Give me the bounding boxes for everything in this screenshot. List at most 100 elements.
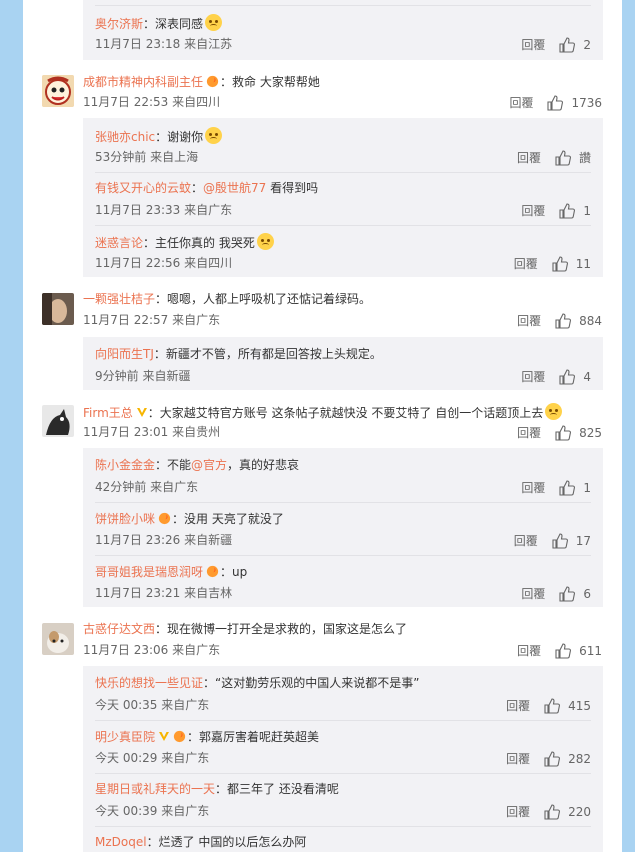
divider [95, 826, 591, 827]
comment-author[interactable]: 古惑仔达文西 [83, 622, 155, 636]
reply-button[interactable]: 回覆 [506, 750, 530, 767]
reply-text-tail: ，真的好悲哀 [227, 458, 300, 472]
reply-button[interactable]: 回覆 [506, 803, 530, 820]
reply-text: ：没用 天亮了就没了 [172, 512, 284, 526]
comment-time: 11月7日 23:06 来自广东 [83, 643, 221, 657]
reply-button[interactable]: 回覆 [517, 424, 541, 441]
like-count: 825 [579, 425, 602, 440]
avatar[interactable] [42, 75, 74, 107]
reply-item: MzDoqel：烂透了 中国的以后怎么办阿 [95, 834, 591, 852]
like-count: 2 [583, 37, 591, 52]
reply-button[interactable]: 回覆 [517, 642, 541, 659]
fan-badge-icon [206, 74, 219, 88]
thumbs-up-icon[interactable] [544, 697, 561, 714]
thumbs-up-icon[interactable] [559, 368, 576, 385]
avatar[interactable] [42, 623, 74, 655]
reply-time: 42分钟前 来自广东 [95, 480, 199, 494]
reply-button[interactable]: 回覆 [521, 36, 545, 53]
mention-link[interactable]: @官方 [191, 458, 227, 472]
divider [95, 720, 591, 721]
fan-badge-icon [173, 729, 186, 743]
reply-text: ：烂透了 中国的以后怎么办阿 [146, 835, 307, 849]
divider [95, 502, 591, 503]
like-count: 611 [579, 643, 602, 658]
reply-time: 11月7日 23:26 来自新疆 [95, 533, 233, 547]
thumbs-up-icon[interactable] [555, 312, 572, 329]
comment-time: 11月7日 22:53 来自四川 [83, 95, 221, 109]
reply-time: 9分钟前 来自新疆 [95, 369, 191, 383]
thumbs-up-icon[interactable] [544, 750, 561, 767]
divider [95, 172, 591, 173]
reply-author[interactable]: 陈小金金金 [95, 458, 155, 472]
fan-badge-icon [206, 564, 219, 578]
reply-button[interactable]: 回覆 [521, 585, 545, 602]
thumbs-up-icon[interactable] [555, 424, 572, 441]
verified-v-icon [136, 408, 147, 417]
crying-emoji-icon [545, 403, 563, 420]
avatar-pet-icon [42, 623, 74, 655]
reply-item: 饼饼脸小咪 ：没用 天亮了就没了 11月7日 23:26 来自新疆 回覆 17 [95, 510, 591, 550]
reply-button[interactable]: 回覆 [506, 697, 530, 714]
reply-author[interactable]: 星期日或礼拜天的一天 [95, 782, 215, 796]
thumbs-up-icon[interactable] [555, 642, 572, 659]
like-count: 884 [579, 313, 602, 328]
reply-button[interactable]: 回覆 [514, 255, 538, 272]
avatar[interactable] [42, 405, 74, 437]
comment-text: ：现在微博一打开全是求救的，国家这是怎么了 [155, 622, 408, 636]
reply-button[interactable]: 回覆 [517, 312, 541, 329]
thumbs-up-icon[interactable] [552, 255, 568, 272]
reply-author[interactable]: MzDoqel [95, 835, 147, 849]
thumbs-up-icon[interactable] [559, 585, 576, 602]
reply-item: 向阳而生TJ：新疆才不管，所有都是回答按上头规定。 9分钟前 来自新疆 回覆 4 [95, 346, 591, 386]
reply-author[interactable]: 明少真臣院 [95, 730, 155, 744]
reply-button[interactable]: 回覆 [517, 149, 541, 166]
reply-text: ：都三年了 还没看清呢 [215, 782, 339, 796]
thumbs-up-icon[interactable] [555, 149, 571, 166]
comment-panel: 奥尔济斯：深表同感 11月7日 23:18 来自江苏 回覆 2 成都市精神内科副… [23, 0, 622, 852]
reply-text: ：up [220, 565, 248, 579]
reply-block: 快乐的想找一些见证：“这对勤劳乐观的中国人来说都不是事” 今天 00:35 来自… [83, 666, 603, 852]
reply-text: ：郭嘉厉害着呢赶英超美 [187, 730, 320, 744]
reply-time: 11月7日 22:56 来自四川 [95, 256, 233, 270]
reply-author[interactable]: 快乐的想找一些见证 [95, 676, 203, 690]
like-count: 6 [583, 586, 591, 601]
reply-text: ：不能 [155, 458, 192, 472]
sad-emoji-icon [256, 233, 274, 250]
sad-emoji-icon [205, 14, 223, 31]
mention-link[interactable]: @殷世航77 [203, 181, 266, 195]
comment-author[interactable]: 成都市精神内科副主任 [83, 75, 203, 89]
reply-author[interactable]: 有钱又开心的云蚊 [95, 181, 191, 195]
reply-author[interactable]: 哥哥姐我是瑞恩润呀 [95, 565, 203, 579]
reply-button[interactable]: 回覆 [521, 368, 545, 385]
reply-item: 奥尔济斯：深表同感 11月7日 23:18 来自江苏 回覆 2 [95, 14, 591, 54]
reply-button[interactable]: 回覆 [521, 202, 545, 219]
like-count: 4 [583, 369, 591, 384]
crying-emoji-icon [205, 127, 223, 144]
thumbs-up-icon[interactable] [547, 94, 564, 111]
like-count: 1736 [571, 95, 602, 110]
reply-author[interactable]: 张驰亦chic [95, 130, 155, 144]
reply-author[interactable]: 奥尔济斯 [95, 17, 143, 31]
comment-text: ：大家越艾特官方账号 这条帖子就越快没 不要艾特了 自创一个话题顶上去 [147, 406, 544, 420]
comment-author[interactable]: Firm王总 [83, 406, 133, 420]
avatar[interactable] [42, 293, 74, 325]
thumbs-up-icon[interactable] [544, 803, 561, 820]
reply-item: 有钱又开心的云蚊：@殷世航77 看得到吗 11月7日 23:33 来自广东 回覆… [95, 181, 591, 219]
reply-item: 陈小金金金：不能@官方，真的好悲哀 42分钟前 来自广东 回覆 1 [95, 457, 591, 497]
comment-author[interactable]: 一颗强壮桔子 [83, 292, 155, 306]
divider [95, 555, 591, 556]
reply-author[interactable]: 饼饼脸小咪 [95, 512, 155, 526]
thumbs-up-icon[interactable] [559, 36, 576, 53]
reply-author[interactable]: 向阳而生TJ [95, 347, 154, 361]
thumbs-up-icon[interactable] [559, 202, 576, 219]
reply-time: 11月7日 23:33 来自广东 [95, 203, 233, 217]
reply-author[interactable]: 迷惑言论 [95, 236, 143, 250]
reply-time: 11月7日 23:18 来自江苏 [95, 37, 233, 51]
reply-button[interactable]: 回覆 [509, 94, 533, 111]
thumbs-up-icon[interactable] [559, 479, 576, 496]
reply-time: 11月7日 23:21 来自吉林 [95, 586, 233, 600]
reply-button[interactable]: 回覆 [521, 479, 545, 496]
reply-button[interactable]: 回覆 [514, 532, 538, 549]
thumbs-up-icon[interactable] [552, 532, 568, 549]
like-count: 415 [568, 698, 591, 713]
